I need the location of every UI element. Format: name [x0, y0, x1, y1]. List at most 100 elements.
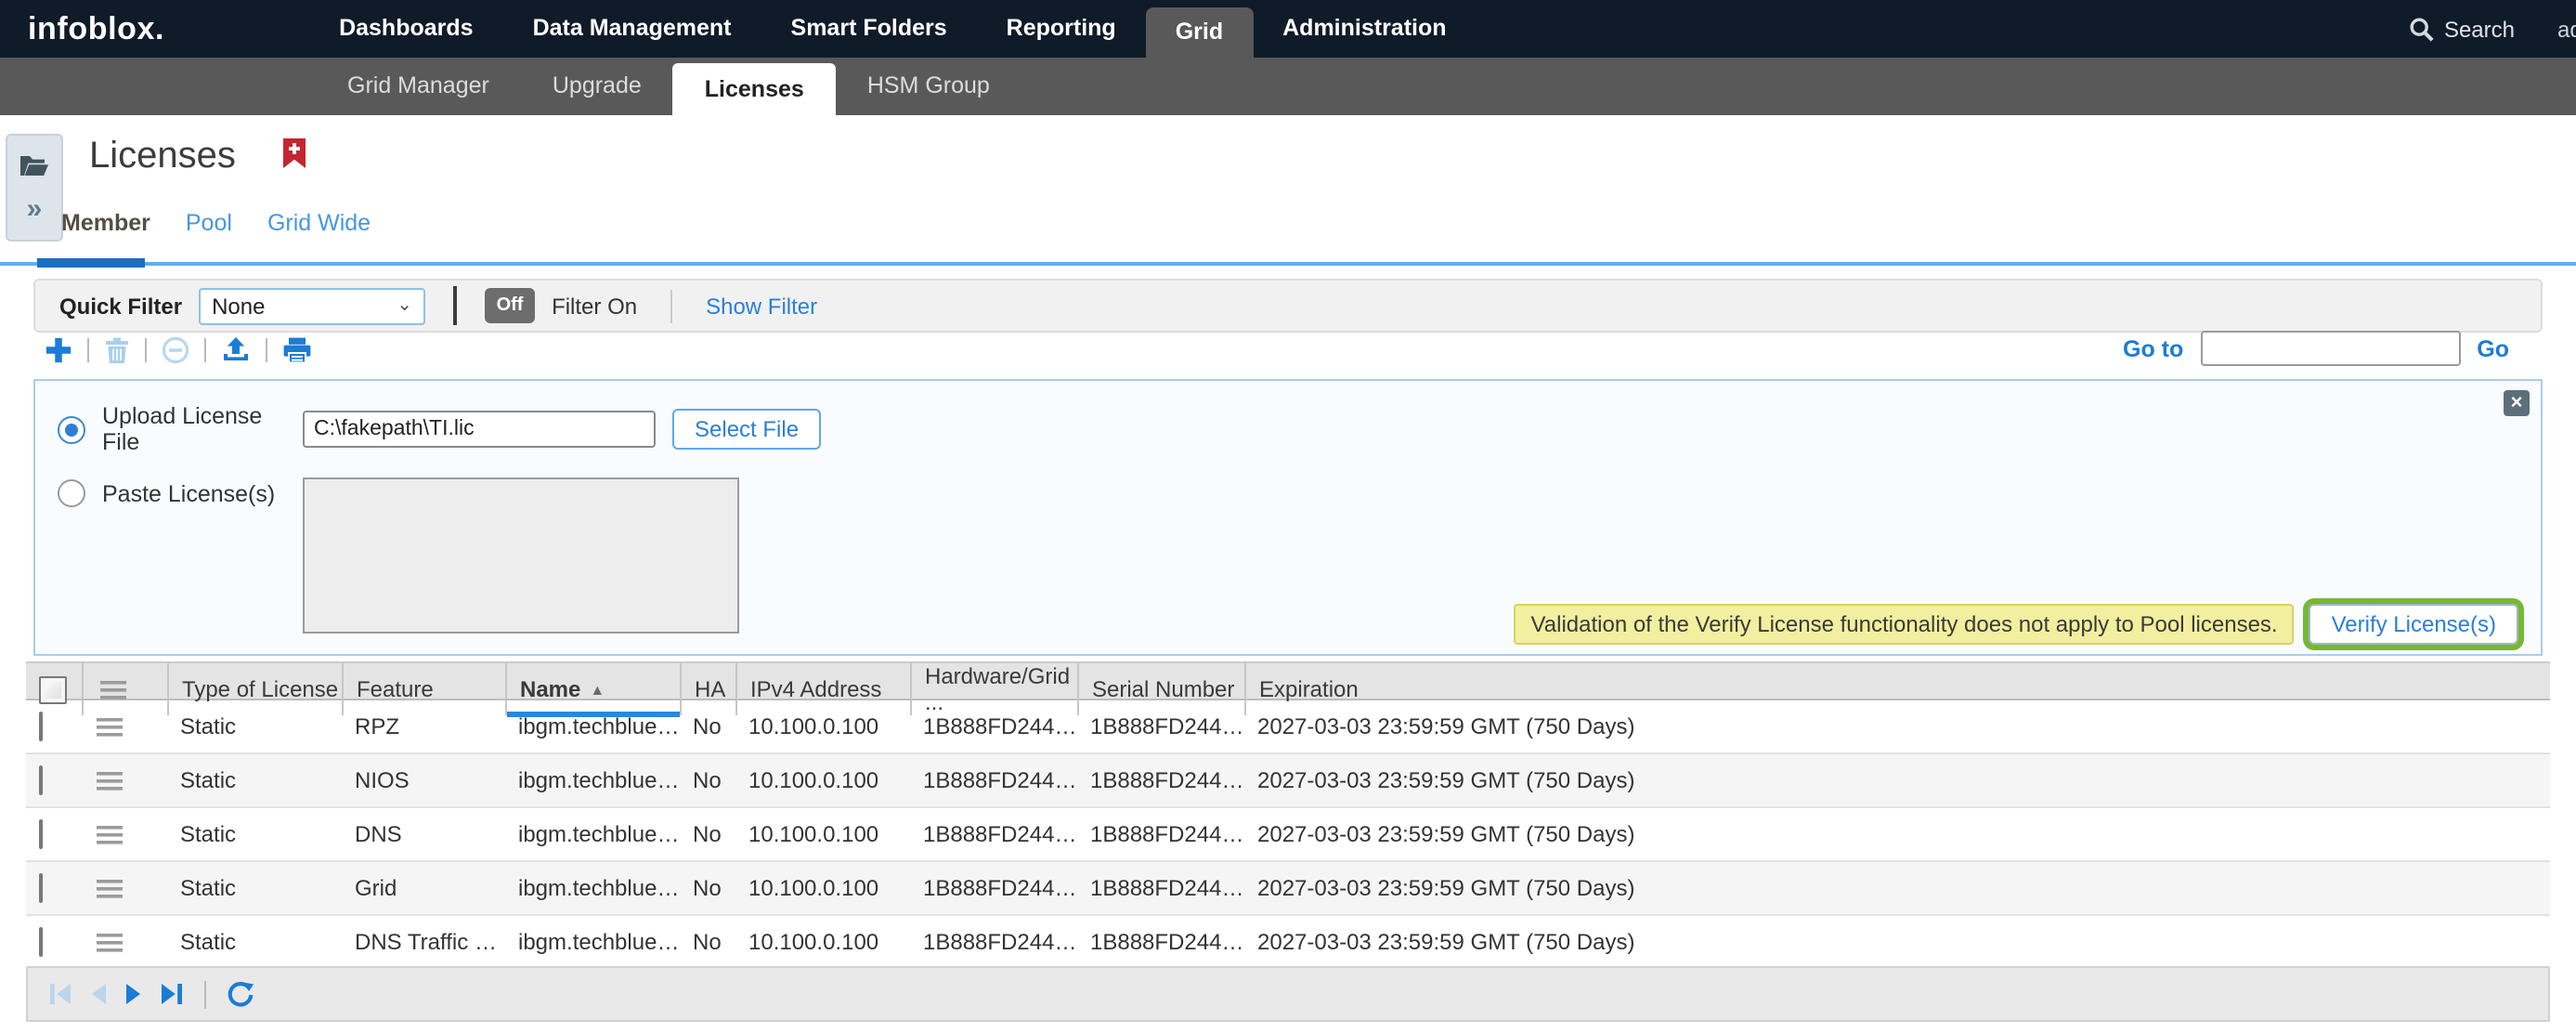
- verify-licenses-button[interactable]: Verify License(s): [2309, 604, 2518, 645]
- row-checkbox[interactable]: [39, 927, 43, 957]
- cell-ipv4: 10.100.0.100: [735, 713, 910, 739]
- previous-page-icon: [89, 983, 108, 1005]
- nav-item-grid[interactable]: Grid: [1146, 7, 1253, 58]
- row-checkbox[interactable]: [39, 765, 43, 795]
- cell-serial: 1B888FD244D...: [1077, 821, 1244, 847]
- row-menu-icon[interactable]: [97, 932, 167, 952]
- nav-item-data-management[interactable]: Data Management: [503, 0, 761, 58]
- remove-button[interactable]: [162, 335, 189, 363]
- cell-ha: No: [680, 875, 735, 901]
- upload-license-panel: × Upload License File Select File Paste …: [33, 379, 2543, 656]
- row-menu-icon[interactable]: [97, 824, 167, 844]
- finder-panel-expander[interactable]: »: [6, 134, 63, 242]
- printer-icon: [282, 335, 312, 363]
- upload-license-file-radio[interactable]: [58, 415, 85, 443]
- goto-input[interactable]: [2200, 331, 2460, 366]
- print-button[interactable]: [282, 335, 312, 363]
- row-menu-icon[interactable]: [97, 878, 167, 898]
- row-checkbox[interactable]: [39, 712, 43, 741]
- subnav-item-grid-manager[interactable]: Grid Manager: [316, 58, 521, 115]
- cell-feature: RPZ: [342, 713, 505, 739]
- go-button[interactable]: Go: [2477, 335, 2509, 361]
- row-select-cell: [26, 821, 82, 847]
- subnav-item-licenses[interactable]: Licenses: [673, 63, 836, 115]
- pool-license-note: Validation of the Verify License functio…: [1515, 604, 2295, 645]
- filter-on-label: Filter On: [552, 293, 637, 319]
- table-row[interactable]: Static NIOS ibgm.techblue.net No 10.100.…: [26, 754, 2550, 808]
- upload-button[interactable]: [221, 335, 251, 363]
- nav-item-dashboards[interactable]: Dashboards: [309, 0, 503, 58]
- cell-ha: No: [680, 929, 735, 955]
- cell-hardware: 1B888FD244D...: [910, 929, 1077, 955]
- quick-filter-select[interactable]: None ⌄: [199, 287, 425, 324]
- cell-hardware: 1B888FD244D...: [910, 767, 1077, 793]
- select-file-button[interactable]: Select File: [672, 409, 821, 450]
- column-header-type-of-license[interactable]: Type of License: [167, 663, 342, 715]
- nav-item-reporting[interactable]: Reporting: [977, 0, 1146, 58]
- app-root: infoblox. Dashboards Data Management Sma…: [0, 0, 2576, 1033]
- cell-expiration: 2027-03-03 23:59:59 GMT (750 Days): [1244, 875, 2550, 901]
- cell-ha: No: [680, 821, 735, 847]
- row-menu-icon[interactable]: [97, 770, 167, 791]
- global-search[interactable]: Search: [2409, 16, 2515, 42]
- row-menu-icon[interactable]: [97, 716, 167, 737]
- column-header-feature[interactable]: Feature: [342, 663, 505, 715]
- column-label: Name: [520, 676, 580, 702]
- user-menu-partial[interactable]: ad: [2557, 16, 2576, 42]
- cell-feature: NIOS: [342, 767, 505, 793]
- previous-page-button[interactable]: [89, 983, 108, 1005]
- table-toolbar: [45, 333, 312, 366]
- licenses-table: Type of License Feature Name ▲ HA IPv4 A…: [26, 661, 2550, 970]
- page-title: Licenses: [89, 135, 236, 177]
- nav-item-smart-folders[interactable]: Smart Folders: [761, 0, 977, 58]
- cell-serial: 1B888FD244D...: [1077, 713, 1244, 739]
- filter-on-toggle[interactable]: Off: [485, 288, 535, 323]
- next-page-button[interactable]: [124, 983, 143, 1005]
- column-header-hardware-grid[interactable]: Hardware/Grid ...: [910, 663, 1077, 715]
- row-checkbox[interactable]: [39, 873, 43, 903]
- subnav-item-hsm-group[interactable]: HSM Group: [836, 58, 1021, 115]
- delete-button[interactable]: [104, 335, 130, 363]
- divider: [266, 337, 267, 361]
- cell-name: ibgm.techblue.net: [505, 821, 680, 847]
- table-row[interactable]: Static Grid ibgm.techblue.net No 10.100.…: [26, 862, 2550, 916]
- divider: [670, 289, 672, 322]
- quick-filter-label: Quick Filter: [59, 293, 182, 319]
- bookmark-add-icon[interactable]: [282, 137, 306, 178]
- paste-licenses-radio[interactable]: [58, 479, 85, 507]
- column-header-serial-number[interactable]: Serial Number: [1077, 663, 1244, 715]
- first-page-button[interactable]: [48, 983, 72, 1005]
- subnav-items: Grid Manager Upgrade Licenses HSM Group: [316, 58, 1021, 115]
- cell-name: ibgm.techblue.net: [505, 875, 680, 901]
- row-menu-cell: [82, 770, 167, 791]
- last-page-button[interactable]: [160, 983, 184, 1005]
- tab-member[interactable]: Member: [61, 210, 150, 236]
- quick-filter-selected-value: None: [212, 293, 265, 319]
- subnav-item-upgrade[interactable]: Upgrade: [521, 58, 673, 115]
- nav-item-administration[interactable]: Administration: [1253, 0, 1476, 58]
- column-label: IPv4 Address: [750, 676, 881, 702]
- column-header-ipv4-address[interactable]: IPv4 Address: [735, 663, 910, 715]
- add-button[interactable]: [45, 335, 72, 363]
- refresh-button[interactable]: [227, 980, 254, 1008]
- cell-type: Static: [167, 767, 342, 793]
- show-filter-link[interactable]: Show Filter: [706, 293, 817, 319]
- tab-grid-wide[interactable]: Grid Wide: [267, 210, 371, 236]
- row-checkbox[interactable]: [39, 819, 43, 849]
- select-all-checkbox[interactable]: [39, 675, 67, 703]
- cell-expiration: 2027-03-03 23:59:59 GMT (750 Days): [1244, 929, 2550, 955]
- column-header-expiration[interactable]: Expiration: [1244, 663, 2550, 715]
- cell-type: Static: [167, 875, 342, 901]
- license-file-path-input[interactable]: [303, 411, 656, 448]
- divider: [453, 286, 457, 325]
- paste-licenses-textarea[interactable]: [303, 477, 739, 634]
- tab-pool[interactable]: Pool: [186, 210, 232, 236]
- table-row[interactable]: Static DNS ibgm.techblue.net No 10.100.0…: [26, 808, 2550, 862]
- column-label: HA: [695, 676, 725, 702]
- column-header-name[interactable]: Name ▲: [505, 663, 680, 715]
- table-row[interactable]: Static DNS Traffic Co... ibgm.techblue.n…: [26, 916, 2550, 970]
- close-icon[interactable]: ×: [2504, 390, 2530, 416]
- cell-ha: No: [680, 767, 735, 793]
- column-header-ha[interactable]: HA: [680, 663, 735, 715]
- menu-icon[interactable]: [100, 679, 126, 700]
